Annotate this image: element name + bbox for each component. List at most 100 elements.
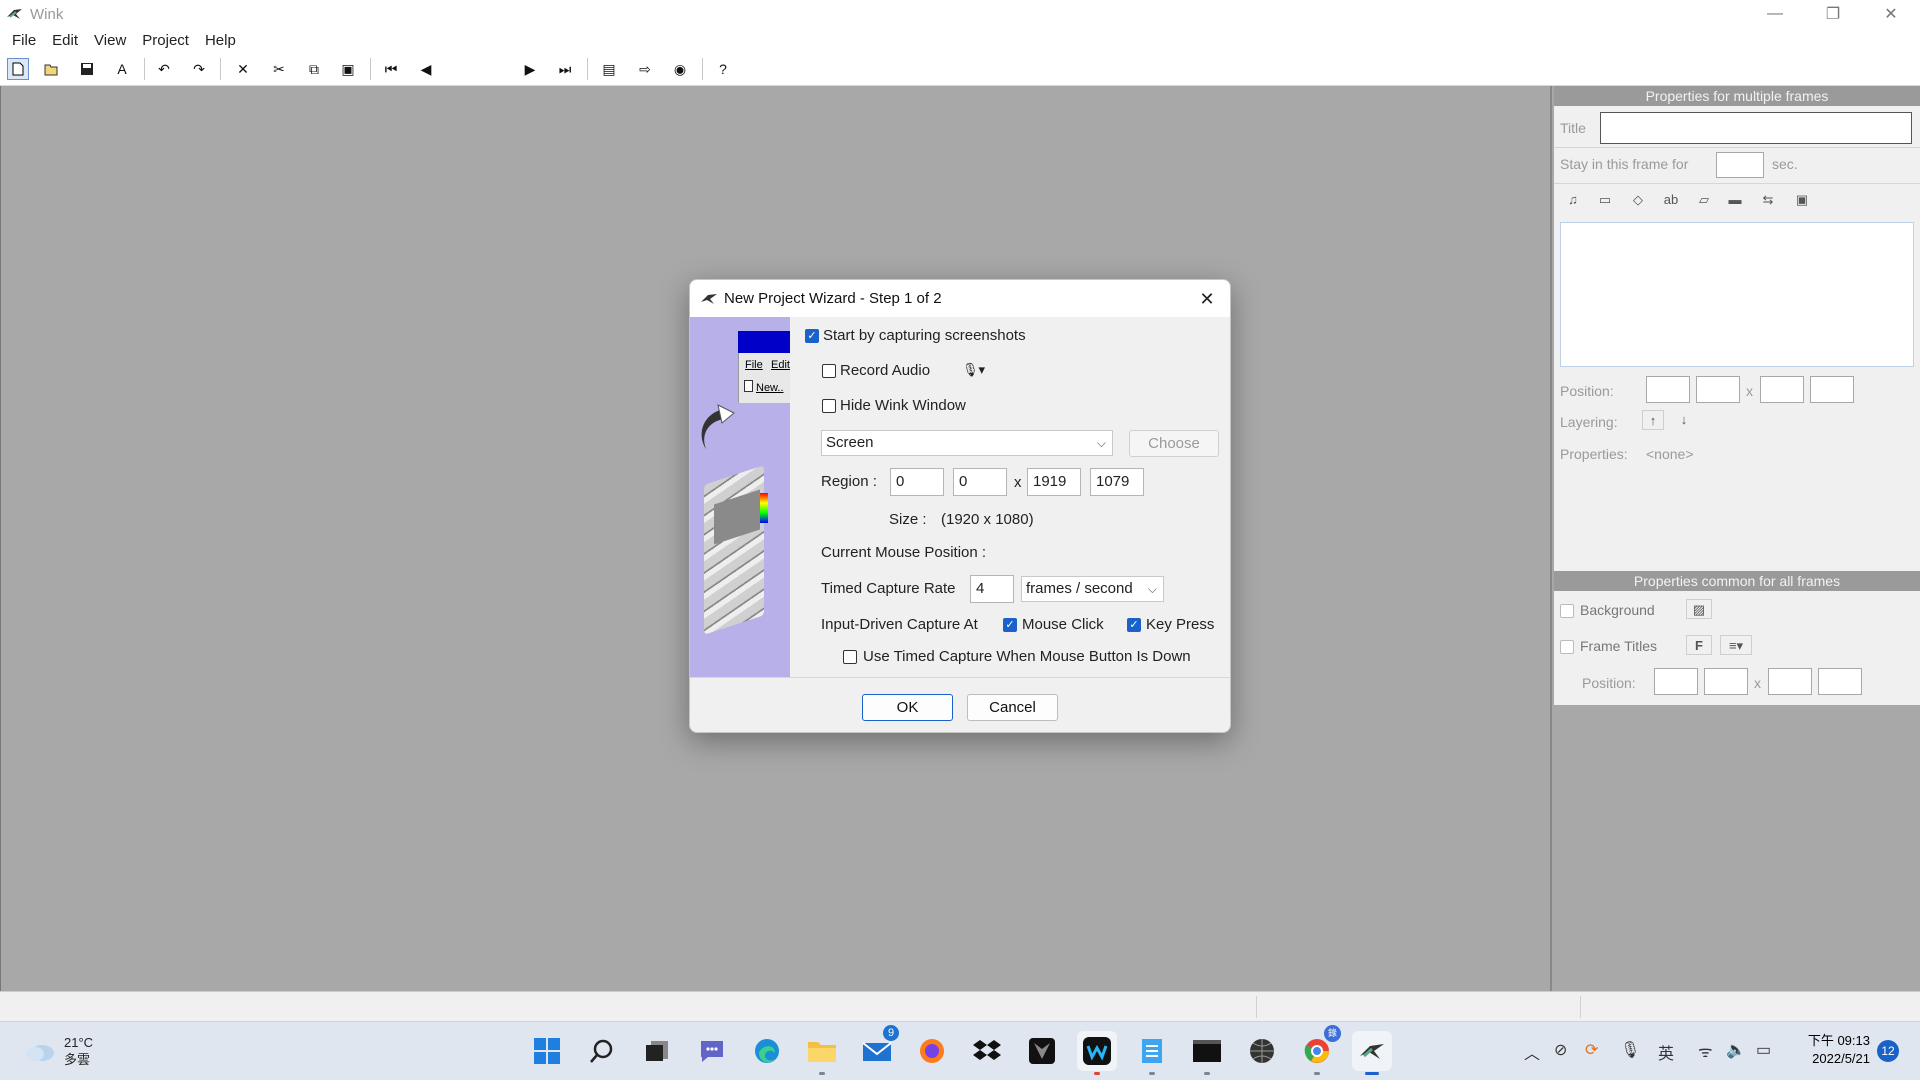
help-icon[interactable]: ?: [712, 58, 734, 80]
callout-icon[interactable]: ▱: [1691, 190, 1717, 210]
page-icon[interactable]: ▤: [598, 58, 620, 80]
text-box-icon[interactable]: ab: [1658, 190, 1684, 210]
common-position-label: Position:: [1582, 675, 1636, 691]
last-frame-icon[interactable]: ⏭: [554, 58, 576, 80]
file-explorer-icon[interactable]: [802, 1031, 842, 1075]
region-width-input[interactable]: 1919: [1027, 468, 1081, 496]
save-icon[interactable]: [76, 58, 98, 80]
notification-badge[interactable]: 12: [1877, 1040, 1899, 1062]
rate-unit-select[interactable]: frames / second ⌵: [1021, 576, 1164, 602]
menu-edit[interactable]: Edit: [44, 32, 86, 49]
microphone-icon[interactable]: 🎙▾: [962, 362, 985, 378]
new-icon[interactable]: [7, 58, 29, 80]
forward-icon[interactable]: ⇨: [634, 58, 656, 80]
image-icon[interactable]: ▣: [1789, 190, 1815, 210]
mouse-click-checkbox[interactable]: ✓: [1003, 618, 1017, 632]
cancel-button[interactable]: Cancel: [967, 694, 1058, 721]
cloud-icon: [26, 1045, 54, 1061]
position-w-input[interactable]: [1760, 376, 1804, 403]
chrome-icon[interactable]: 錄: [1297, 1025, 1341, 1075]
region-y-input[interactable]: 0: [953, 468, 1007, 496]
battery-icon[interactable]: ▭: [1756, 1040, 1771, 1060]
close-button[interactable]: ✕: [1862, 0, 1920, 28]
hide-window-checkbox[interactable]: [822, 399, 836, 413]
align-icon[interactable]: ≡▾: [1720, 635, 1752, 655]
font-icon[interactable]: F: [1686, 635, 1712, 655]
undo-icon[interactable]: ↶: [153, 58, 175, 80]
background-checkbox[interactable]: [1560, 604, 1574, 618]
timed-rate-input[interactable]: 4: [970, 575, 1014, 603]
frame-titles-checkbox[interactable]: [1560, 640, 1574, 654]
copy-icon[interactable]: ⧉: [303, 58, 325, 80]
delete-icon[interactable]: ✕: [232, 58, 254, 80]
use-timed-checkbox[interactable]: [843, 650, 857, 664]
common-position-x-input[interactable]: [1654, 668, 1698, 695]
search-icon[interactable]: [582, 1031, 622, 1071]
wink-taskbar-icon[interactable]: [1352, 1031, 1392, 1075]
capture-source-select[interactable]: Screen ⌵: [821, 430, 1113, 456]
render-icon[interactable]: A: [111, 58, 133, 80]
items-list[interactable]: [1560, 222, 1914, 367]
layer-down-icon[interactable]: ↓: [1673, 410, 1695, 430]
wifi-icon[interactable]: ᯤ: [1698, 1040, 1713, 1062]
dropbox-icon[interactable]: [967, 1031, 1007, 1071]
common-position-h-input[interactable]: [1818, 668, 1862, 695]
position-h-input[interactable]: [1810, 376, 1854, 403]
terminal-icon[interactable]: [1187, 1031, 1227, 1075]
position-y-input[interactable]: [1696, 376, 1740, 403]
paste-icon[interactable]: ▣: [337, 58, 359, 80]
clock[interactable]: 下午 09:13 2022/5/21: [1790, 1032, 1870, 1068]
region-height-input[interactable]: 1079: [1090, 468, 1144, 496]
volume-icon[interactable]: 🔈: [1726, 1040, 1746, 1060]
stay-duration-input[interactable]: [1716, 152, 1764, 178]
first-frame-icon[interactable]: ⏮: [380, 58, 402, 80]
key-press-checkbox[interactable]: ✓: [1127, 618, 1141, 632]
task-view-icon[interactable]: [637, 1031, 677, 1071]
sec-label: sec.: [1772, 156, 1798, 172]
open-icon[interactable]: [41, 58, 63, 80]
restore-button[interactable]: ❐: [1804, 0, 1862, 28]
mail-icon[interactable]: 9: [857, 1025, 899, 1071]
next-frame-icon[interactable]: ▶: [519, 58, 541, 80]
sync-icon[interactable]: ⟳: [1585, 1040, 1598, 1060]
start-capturing-checkbox[interactable]: ✓: [805, 329, 819, 343]
button-icon[interactable]: ▬: [1722, 190, 1748, 210]
menu-project[interactable]: Project: [134, 32, 197, 49]
firefox-icon[interactable]: [912, 1031, 952, 1071]
navigation-icon[interactable]: ⇆: [1755, 190, 1781, 210]
weather-widget[interactable]: 21°C 多雲: [24, 1034, 93, 1068]
show-hidden-icons-icon[interactable]: ︿: [1524, 1040, 1540, 1064]
record-audio-checkbox[interactable]: [822, 364, 836, 378]
common-position-w-input[interactable]: [1768, 668, 1812, 695]
cut-icon[interactable]: ✂: [268, 58, 290, 80]
prev-frame-icon[interactable]: ◀: [415, 58, 437, 80]
choose-button[interactable]: Choose: [1129, 430, 1219, 457]
redo-icon[interactable]: ↷: [188, 58, 210, 80]
predator-icon[interactable]: [1022, 1031, 1062, 1071]
box-icon[interactable]: ▭: [1592, 190, 1618, 210]
shape-icon[interactable]: ◇: [1625, 190, 1651, 210]
notepad-icon[interactable]: [1132, 1031, 1172, 1075]
microphone-tray-icon[interactable]: 🎙: [1620, 1040, 1640, 1060]
position-x-input[interactable]: [1646, 376, 1690, 403]
title-input[interactable]: [1600, 112, 1912, 144]
sphere-app-icon[interactable]: [1242, 1031, 1282, 1071]
browser-icon[interactable]: ◉: [669, 58, 691, 80]
edge-icon[interactable]: [747, 1031, 787, 1071]
common-position-y-input[interactable]: [1704, 668, 1748, 695]
menu-help[interactable]: Help: [197, 32, 244, 49]
background-image-icon[interactable]: ▨: [1686, 599, 1712, 619]
start-icon[interactable]: [527, 1031, 567, 1071]
ok-button[interactable]: OK: [862, 694, 953, 721]
webex-icon[interactable]: [1077, 1031, 1117, 1075]
minimize-button[interactable]: —: [1746, 0, 1804, 28]
menu-view[interactable]: View: [86, 32, 134, 49]
menu-file[interactable]: File: [4, 32, 44, 49]
ime-indicator[interactable]: 英: [1658, 1040, 1674, 1064]
chat-icon[interactable]: [692, 1031, 732, 1071]
network-error-icon[interactable]: ⊘: [1554, 1040, 1567, 1060]
region-x-input[interactable]: 0: [890, 468, 944, 496]
dialog-close-button[interactable]: ✕: [1194, 286, 1220, 312]
audio-icon[interactable]: ♫: [1560, 190, 1586, 210]
layer-up-icon[interactable]: ↑: [1642, 410, 1664, 430]
